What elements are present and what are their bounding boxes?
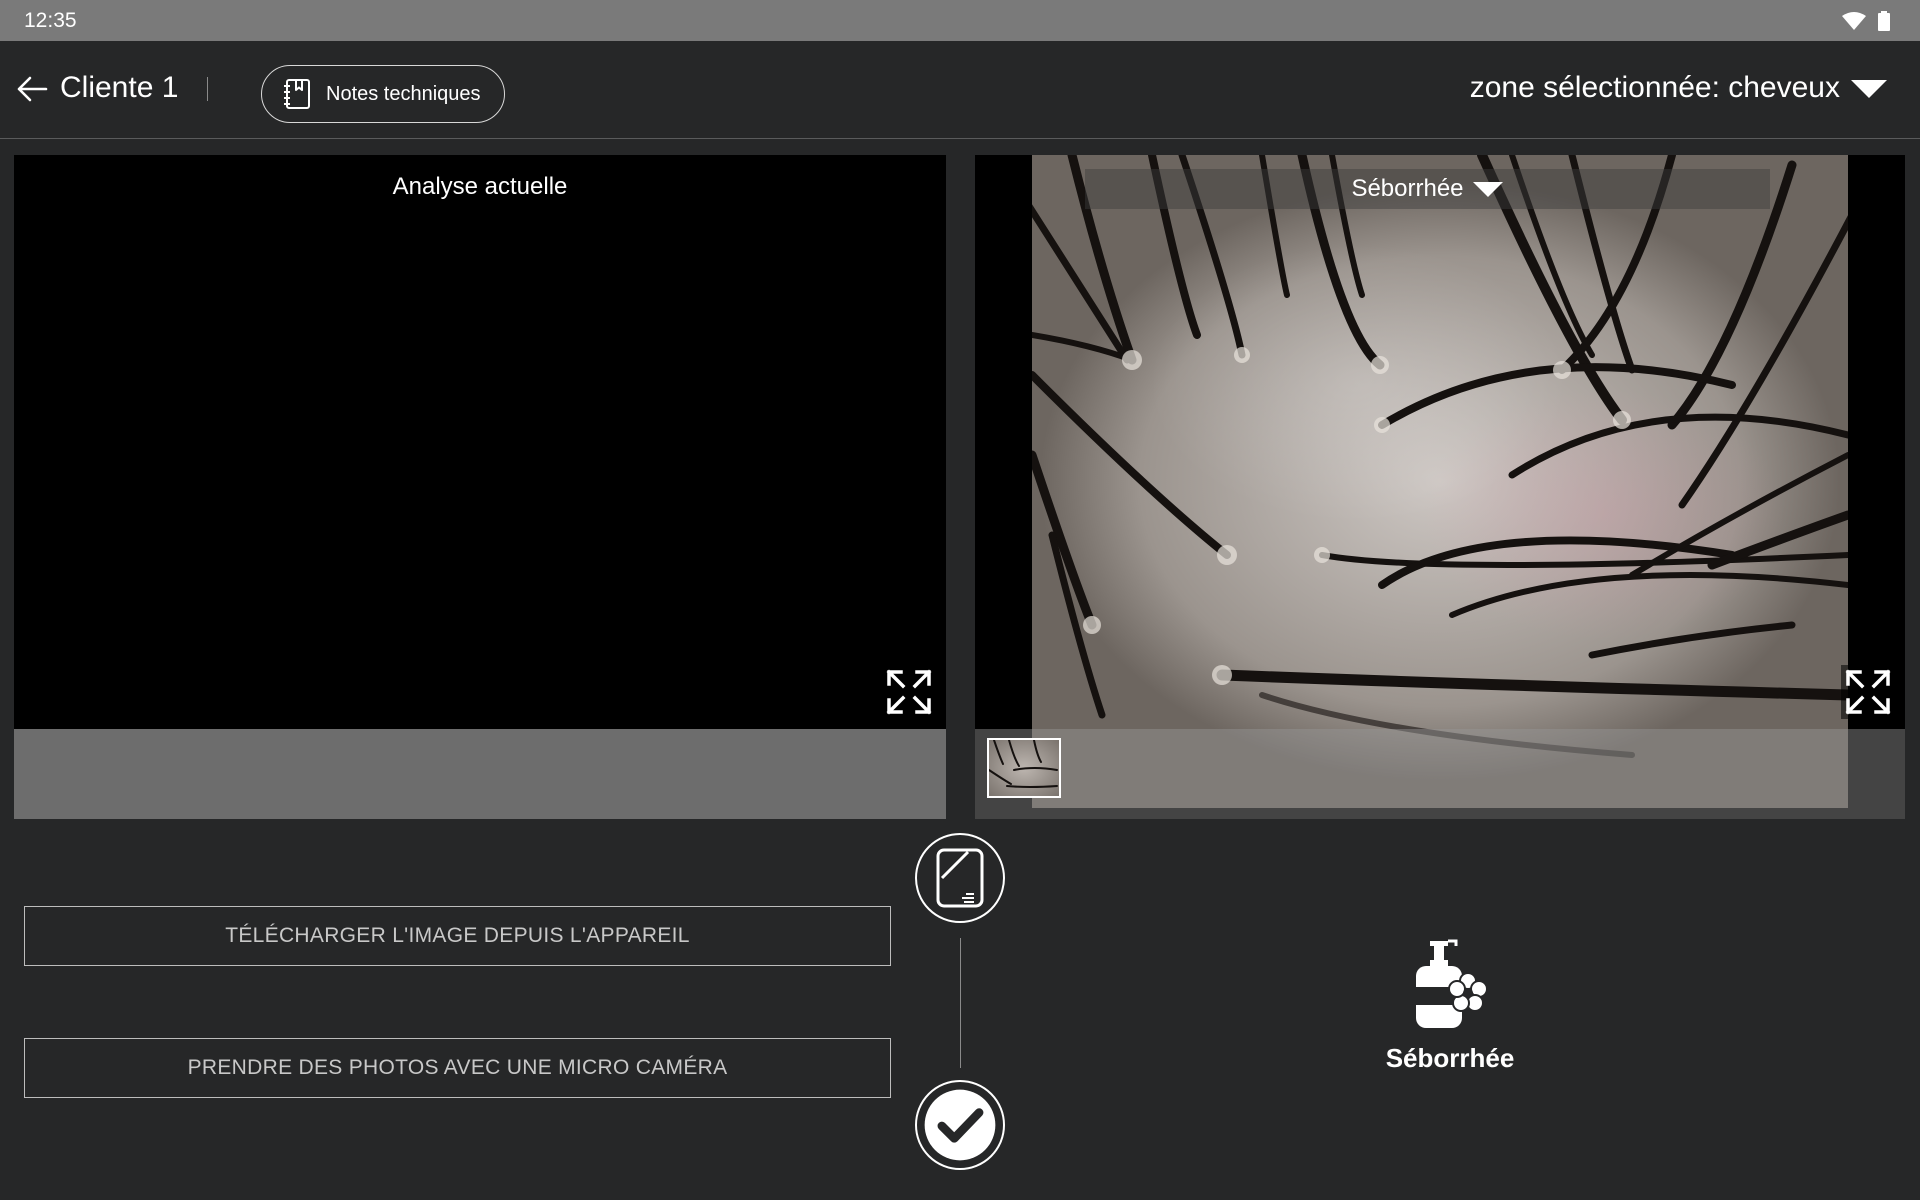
status-time: 12:35: [24, 8, 77, 32]
reference-thumbnail[interactable]: [987, 738, 1061, 798]
lotion-flower-icon: [1416, 939, 1488, 1028]
condition-card: Séborrhée: [1350, 935, 1550, 1085]
scalp-micro-photo: [1032, 155, 1848, 808]
status-icons: [1842, 10, 1890, 31]
current-analysis-title: Analyse actuelle: [392, 173, 568, 200]
current-analysis-panel: Analyse actuelle: [14, 155, 946, 819]
expand-reference-button[interactable]: [1841, 665, 1895, 719]
expand-current-button[interactable]: [882, 665, 936, 719]
upload-from-device-button[interactable]: TÉLÉCHARGER L'IMAGE DEPUIS L'APPAREIL: [24, 906, 891, 966]
app-header: Cliente 1 Notes techniques zone sélectio…: [0, 41, 1920, 139]
thumbnail-image: [989, 740, 1058, 788]
back-arrow-icon[interactable]: [16, 75, 48, 103]
zone-label: zone sélectionnée: cheveux: [1469, 71, 1840, 104]
wifi-icon: [1842, 11, 1866, 30]
status-bar: 12:35: [0, 0, 1920, 41]
reference-panel: Séborrhée: [975, 155, 1905, 819]
condition-dropdown-label: Séborrhée: [1351, 175, 1464, 202]
battery-icon: [1878, 10, 1890, 31]
checkmark-icon: [924, 1089, 996, 1161]
dropdown-triangle-icon: [1851, 80, 1887, 98]
condition-label: Séborrhée: [1385, 1043, 1515, 1073]
notes-button-label: Notes techniques: [326, 82, 481, 105]
stepper-connector: [960, 938, 961, 1068]
tablet-step-button[interactable]: [915, 833, 1005, 923]
notes-techniques-button[interactable]: Notes techniques: [261, 65, 505, 123]
tablet-icon: [936, 848, 984, 908]
client-name: Cliente 1: [60, 71, 179, 104]
condition-dropdown[interactable]: Séborrhée: [1085, 169, 1770, 209]
zone-selector[interactable]: zone sélectionnée: cheveux: [1470, 71, 1888, 105]
micro-camera-button[interactable]: PRENDRE DES PHOTOS AVEC UNE MICRO CAMÉRA: [24, 1038, 891, 1098]
current-analysis-footer: [14, 729, 946, 819]
header-divider: [207, 77, 208, 101]
confirm-button[interactable]: [915, 1080, 1005, 1170]
dropdown-triangle-icon: [1472, 182, 1503, 197]
fullscreen-icon: [1845, 669, 1891, 715]
hair-strands: [1032, 155, 1848, 758]
notebook-icon: [284, 79, 310, 109]
reference-footer: [975, 729, 1905, 819]
fullscreen-icon: [886, 669, 932, 715]
